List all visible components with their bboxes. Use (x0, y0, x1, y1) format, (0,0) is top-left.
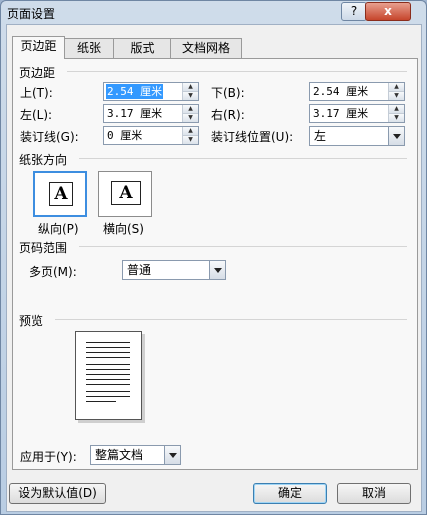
multiple-pages-value: 普通 (127, 263, 152, 277)
spin-up-icon[interactable]: ▲ (389, 105, 404, 114)
preview-line (86, 391, 130, 392)
portrait-option[interactable]: A (33, 171, 87, 217)
bottom-margin-arrows: ▲ ▼ (388, 83, 404, 100)
preview-line (86, 369, 130, 370)
preview-line (86, 384, 130, 385)
preview-line (86, 357, 130, 358)
separator (79, 246, 407, 247)
left-margin-value[interactable]: 3.17 厘米 (106, 106, 163, 121)
margins-section-title: 页边距 (19, 66, 56, 80)
landscape-option[interactable]: A (98, 171, 152, 217)
gutter-position-label: 装订线位置(U): (211, 130, 294, 144)
right-margin-stepper[interactable]: 3.17 厘米 ▲ ▼ (309, 104, 405, 123)
top-margin-value[interactable]: 2.54 厘米 (106, 84, 164, 99)
spin-up-icon[interactable]: ▲ (389, 83, 404, 92)
right-margin-label: 右(R): (211, 108, 245, 122)
bottom-margin-label: 下(B): (211, 86, 245, 100)
spin-down-icon[interactable]: ▼ (183, 136, 198, 144)
tab-document-grid[interactable]: 文档网格 (170, 38, 242, 58)
pages-section-title: 页码范围 (19, 241, 68, 255)
preview-line (86, 352, 130, 353)
portrait-label[interactable]: 纵向(P) (38, 220, 79, 237)
preview-line (86, 401, 116, 402)
portrait-page-icon: A (49, 182, 73, 206)
left-margin-label: 左(L): (20, 108, 53, 122)
gutter-arrows: ▲ ▼ (182, 127, 198, 144)
preview-line (86, 396, 130, 397)
spin-down-icon[interactable]: ▼ (389, 92, 404, 100)
right-margin-arrows: ▲ ▼ (388, 105, 404, 122)
dropdown-button[interactable] (164, 446, 180, 464)
preview-line (86, 374, 130, 375)
spin-up-icon[interactable]: ▲ (183, 105, 198, 114)
dropdown-button[interactable] (388, 127, 404, 145)
left-margin-arrows: ▲ ▼ (182, 105, 198, 122)
tab-paper[interactable]: 纸张 (63, 38, 115, 58)
dropdown-button[interactable] (209, 261, 225, 279)
preview-line (86, 342, 130, 343)
window-title: 页面设置 (7, 7, 56, 21)
help-button[interactable]: ? (341, 2, 367, 21)
chevron-down-icon (214, 268, 222, 273)
preview-line (86, 364, 130, 365)
spin-down-icon[interactable]: ▼ (389, 114, 404, 122)
top-margin-label: 上(T): (20, 86, 53, 100)
preview-page (75, 331, 142, 420)
orientation-section-title: 纸张方向 (19, 153, 68, 167)
multiple-pages-label: 多页(M): (29, 265, 77, 279)
gutter-label: 装订线(G): (20, 130, 79, 144)
preview-section-title: 预览 (19, 314, 44, 328)
dialog-client: 页边距 纸张 版式 文档网格 页边距 上(T): 2.54 厘米 ▲ ▼ 下(B… (6, 24, 422, 512)
tab-margins[interactable]: 页边距 (12, 36, 65, 59)
page-setup-dialog: 页面设置 ? x 页边距 纸张 版式 文档网格 页边距 上(T): 2.54 厘… (0, 0, 427, 515)
tab-layout[interactable]: 版式 (113, 38, 172, 58)
top-margin-arrows: ▲ ▼ (182, 83, 198, 100)
spin-up-icon[interactable]: ▲ (183, 127, 198, 136)
gutter-position-select[interactable]: 左 (309, 126, 405, 146)
gutter-value[interactable]: 0 厘米 (106, 128, 143, 143)
close-button[interactable]: x (365, 2, 411, 21)
multiple-pages-select[interactable]: 普通 (122, 260, 226, 280)
separator (79, 158, 407, 159)
gutter-position-value: 左 (314, 129, 327, 143)
apply-to-select[interactable]: 整篇文档 (90, 445, 181, 465)
chevron-down-icon (169, 453, 177, 458)
spin-up-icon[interactable]: ▲ (183, 83, 198, 92)
spin-down-icon[interactable]: ▼ (183, 114, 198, 122)
apply-to-label: 应用于(Y): (20, 450, 77, 464)
bottom-margin-value[interactable]: 2.54 厘米 (312, 84, 369, 99)
separator (55, 319, 407, 320)
separator (67, 71, 407, 72)
landscape-label[interactable]: 横向(S) (103, 220, 144, 237)
apply-to-value: 整篇文档 (95, 448, 144, 462)
preview-line (86, 379, 130, 380)
bottom-margin-stepper[interactable]: 2.54 厘米 ▲ ▼ (309, 82, 405, 101)
spin-down-icon[interactable]: ▼ (183, 92, 198, 100)
cancel-button[interactable]: 取消 (337, 483, 411, 504)
title-bar[interactable]: 页面设置 ? x (1, 1, 426, 23)
right-margin-value[interactable]: 3.17 厘米 (312, 106, 369, 121)
gutter-stepper[interactable]: 0 厘米 ▲ ▼ (103, 126, 199, 145)
preview-line (86, 347, 130, 348)
landscape-page-icon: A (111, 181, 141, 205)
top-margin-stepper[interactable]: 2.54 厘米 ▲ ▼ (103, 82, 199, 101)
set-default-button[interactable]: 设为默认值(D) (9, 483, 106, 504)
chevron-down-icon (393, 134, 401, 139)
left-margin-stepper[interactable]: 3.17 厘米 ▲ ▼ (103, 104, 199, 123)
ok-button[interactable]: 确定 (253, 483, 327, 504)
